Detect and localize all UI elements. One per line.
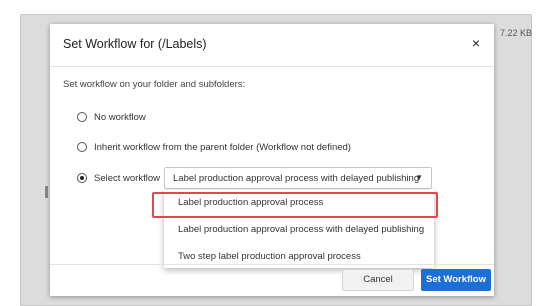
close-icon[interactable]: × (468, 34, 484, 52)
workflow-select[interactable]: Label production approval process with d… (164, 167, 432, 189)
radio-label: Inherit workflow from the parent folder … (94, 141, 351, 153)
highlight-annotation (152, 192, 438, 218)
intro-text: Set workflow on your folder and subfolde… (63, 79, 246, 90)
radio-select-workflow[interactable]: Select workflow (77, 171, 160, 185)
background-marker (45, 186, 48, 198)
select-value: Label production approval process with d… (173, 173, 420, 184)
set-workflow-dialog: Set Workflow for (/Labels) × Set workflo… (50, 24, 494, 296)
radio-no-workflow[interactable]: No workflow (77, 110, 146, 124)
footer-divider (50, 264, 494, 265)
dialog-title: Set Workflow for (/Labels) (63, 37, 207, 51)
set-workflow-button[interactable]: Set Workflow (421, 269, 491, 291)
radio-button[interactable] (77, 142, 87, 152)
radio-button-checked[interactable] (77, 173, 87, 183)
cancel-button[interactable]: Cancel (342, 269, 414, 291)
radio-label: Select workflow (94, 172, 160, 184)
dialog-header: Set Workflow for (/Labels) × (50, 24, 494, 67)
radio-inherit-workflow[interactable]: Inherit workflow from the parent folder … (77, 140, 351, 154)
chevron-down-icon[interactable]: ▼ (415, 173, 423, 182)
file-size-label: 7.22 KB (500, 28, 533, 38)
radio-button[interactable] (77, 112, 87, 122)
radio-label: No workflow (94, 111, 146, 123)
dropdown-option-selected[interactable]: Label production approval process with d… (164, 219, 434, 241)
